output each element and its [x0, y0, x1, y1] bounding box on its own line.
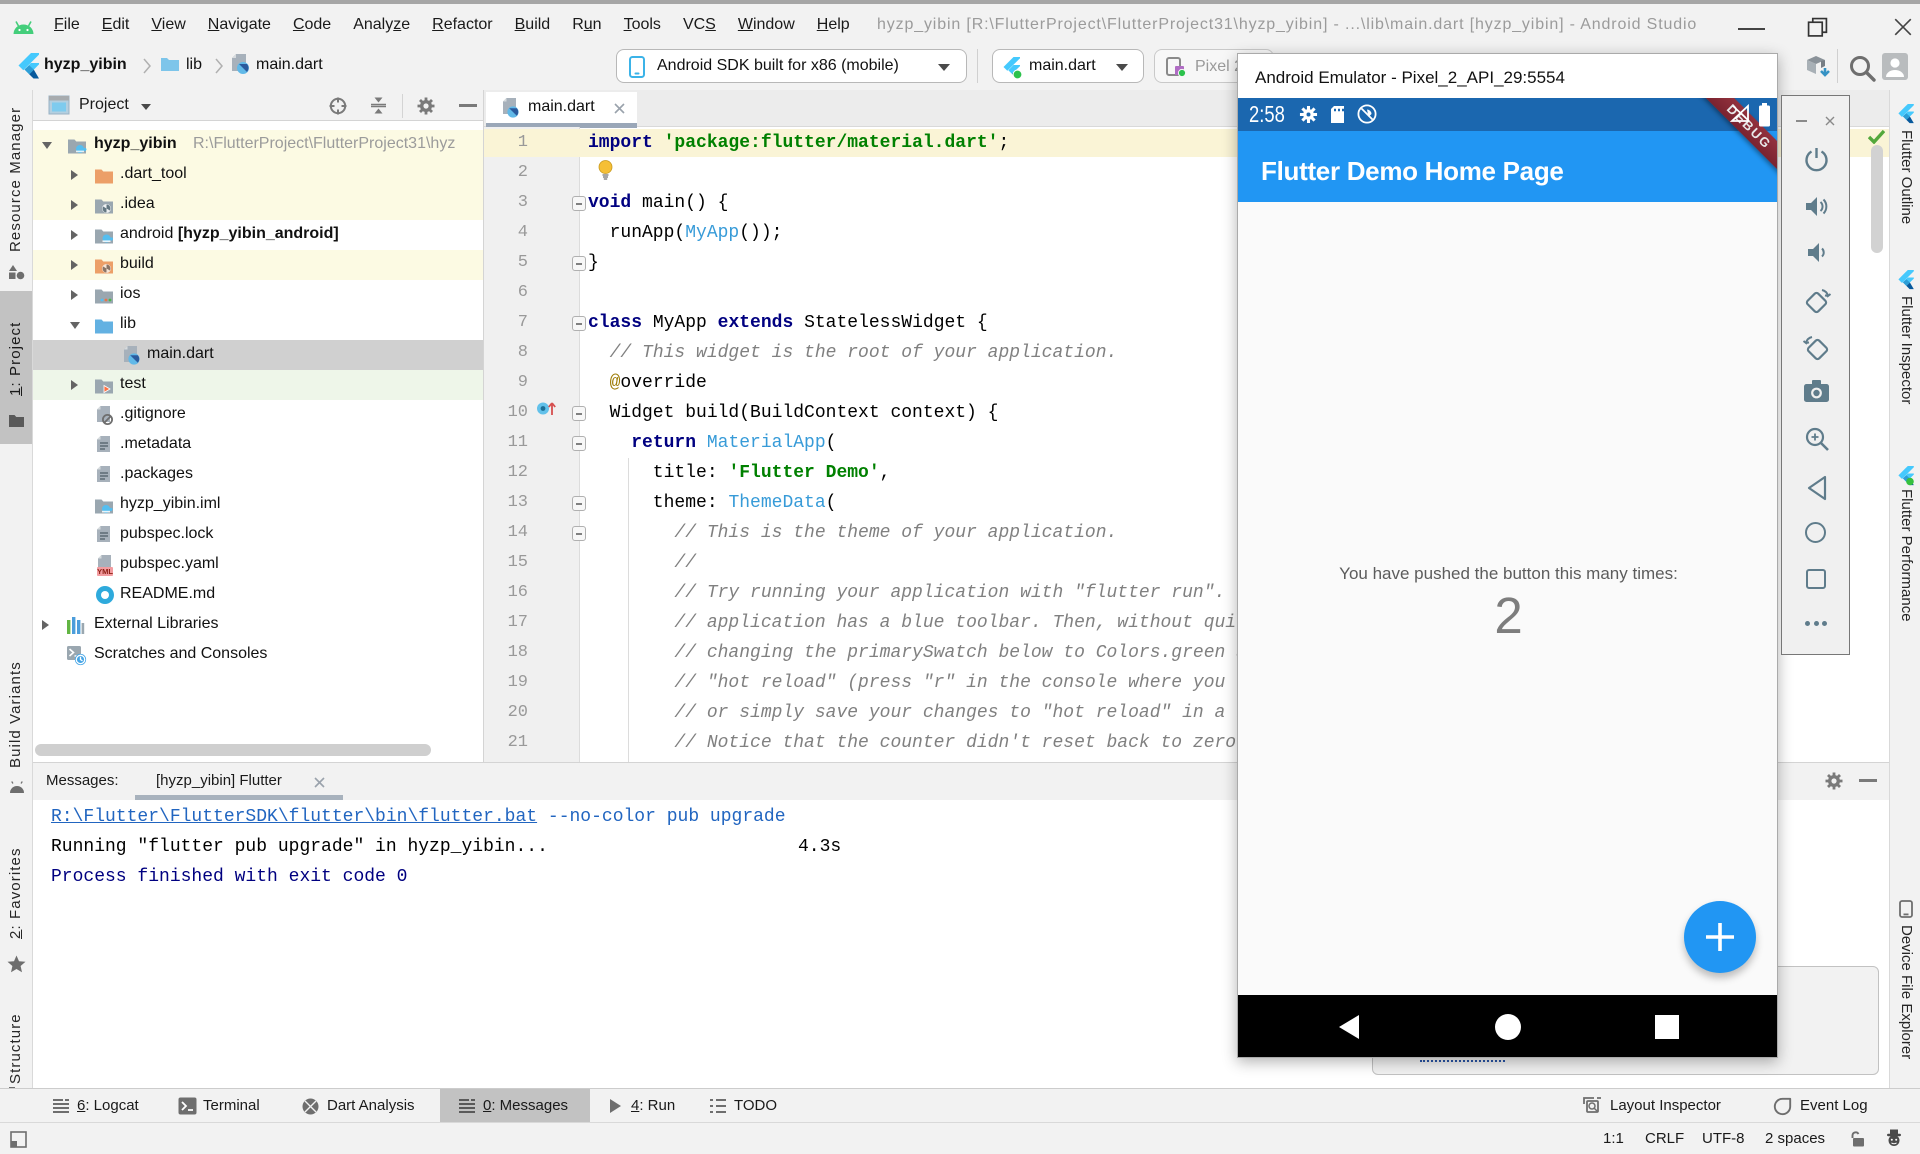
svg-text:YML: YML	[97, 567, 113, 576]
